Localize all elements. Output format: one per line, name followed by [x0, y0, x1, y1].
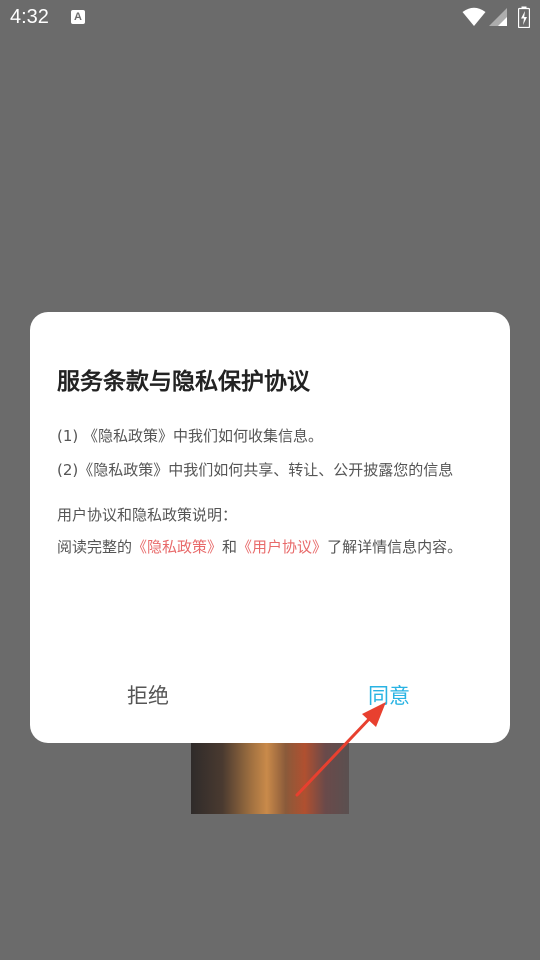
dialog-body: (1) 《隐私政策》中我们如何收集信息。 (2)《隐私政策》中我们如何共享、转让… — [57, 424, 487, 560]
screen: 4:32 A 服务条款与隐私保护协议 (1) 《隐私政策》中我们如何收集信息。 … — [0, 0, 540, 960]
note-heading: 用户协议和隐私政策说明： — [57, 506, 238, 524]
user-agreement-link[interactable]: 《用户协议》 — [237, 538, 327, 556]
privacy-policy-link[interactable]: 《隐私政策》 — [132, 538, 222, 556]
read-suffix: 了解详情信息内容。 — [327, 538, 463, 556]
and-text: 和 — [222, 538, 238, 556]
background-image — [191, 742, 349, 814]
notification-a-icon: A — [71, 10, 85, 24]
privacy-dialog: 服务条款与隐私保护协议 (1) 《隐私政策》中我们如何收集信息。 (2)《隐私政… — [30, 312, 510, 743]
read-full-paragraph: 阅读完整的《隐私政策》和《用户协议》了解详情信息内容。 — [57, 535, 487, 560]
status-time: 4:32 — [10, 6, 49, 28]
read-prefix: 阅读完整的 — [57, 538, 133, 556]
wifi-icon — [462, 7, 486, 26]
item-collect-info: (1) 《隐私政策》中我们如何收集信息。 — [57, 427, 324, 445]
battery-icon — [518, 6, 530, 28]
item-share-info: (2)《隐私政策》中我们如何共享、转让、公开披露您的信息 — [57, 461, 454, 479]
signal-icon — [489, 8, 507, 26]
dialog-title: 服务条款与隐私保护协议 — [57, 369, 310, 395]
reject-button[interactable]: 拒绝 — [127, 680, 169, 710]
agree-button[interactable]: 同意 — [368, 680, 410, 710]
status-bar: 4:32 A — [0, 0, 540, 36]
